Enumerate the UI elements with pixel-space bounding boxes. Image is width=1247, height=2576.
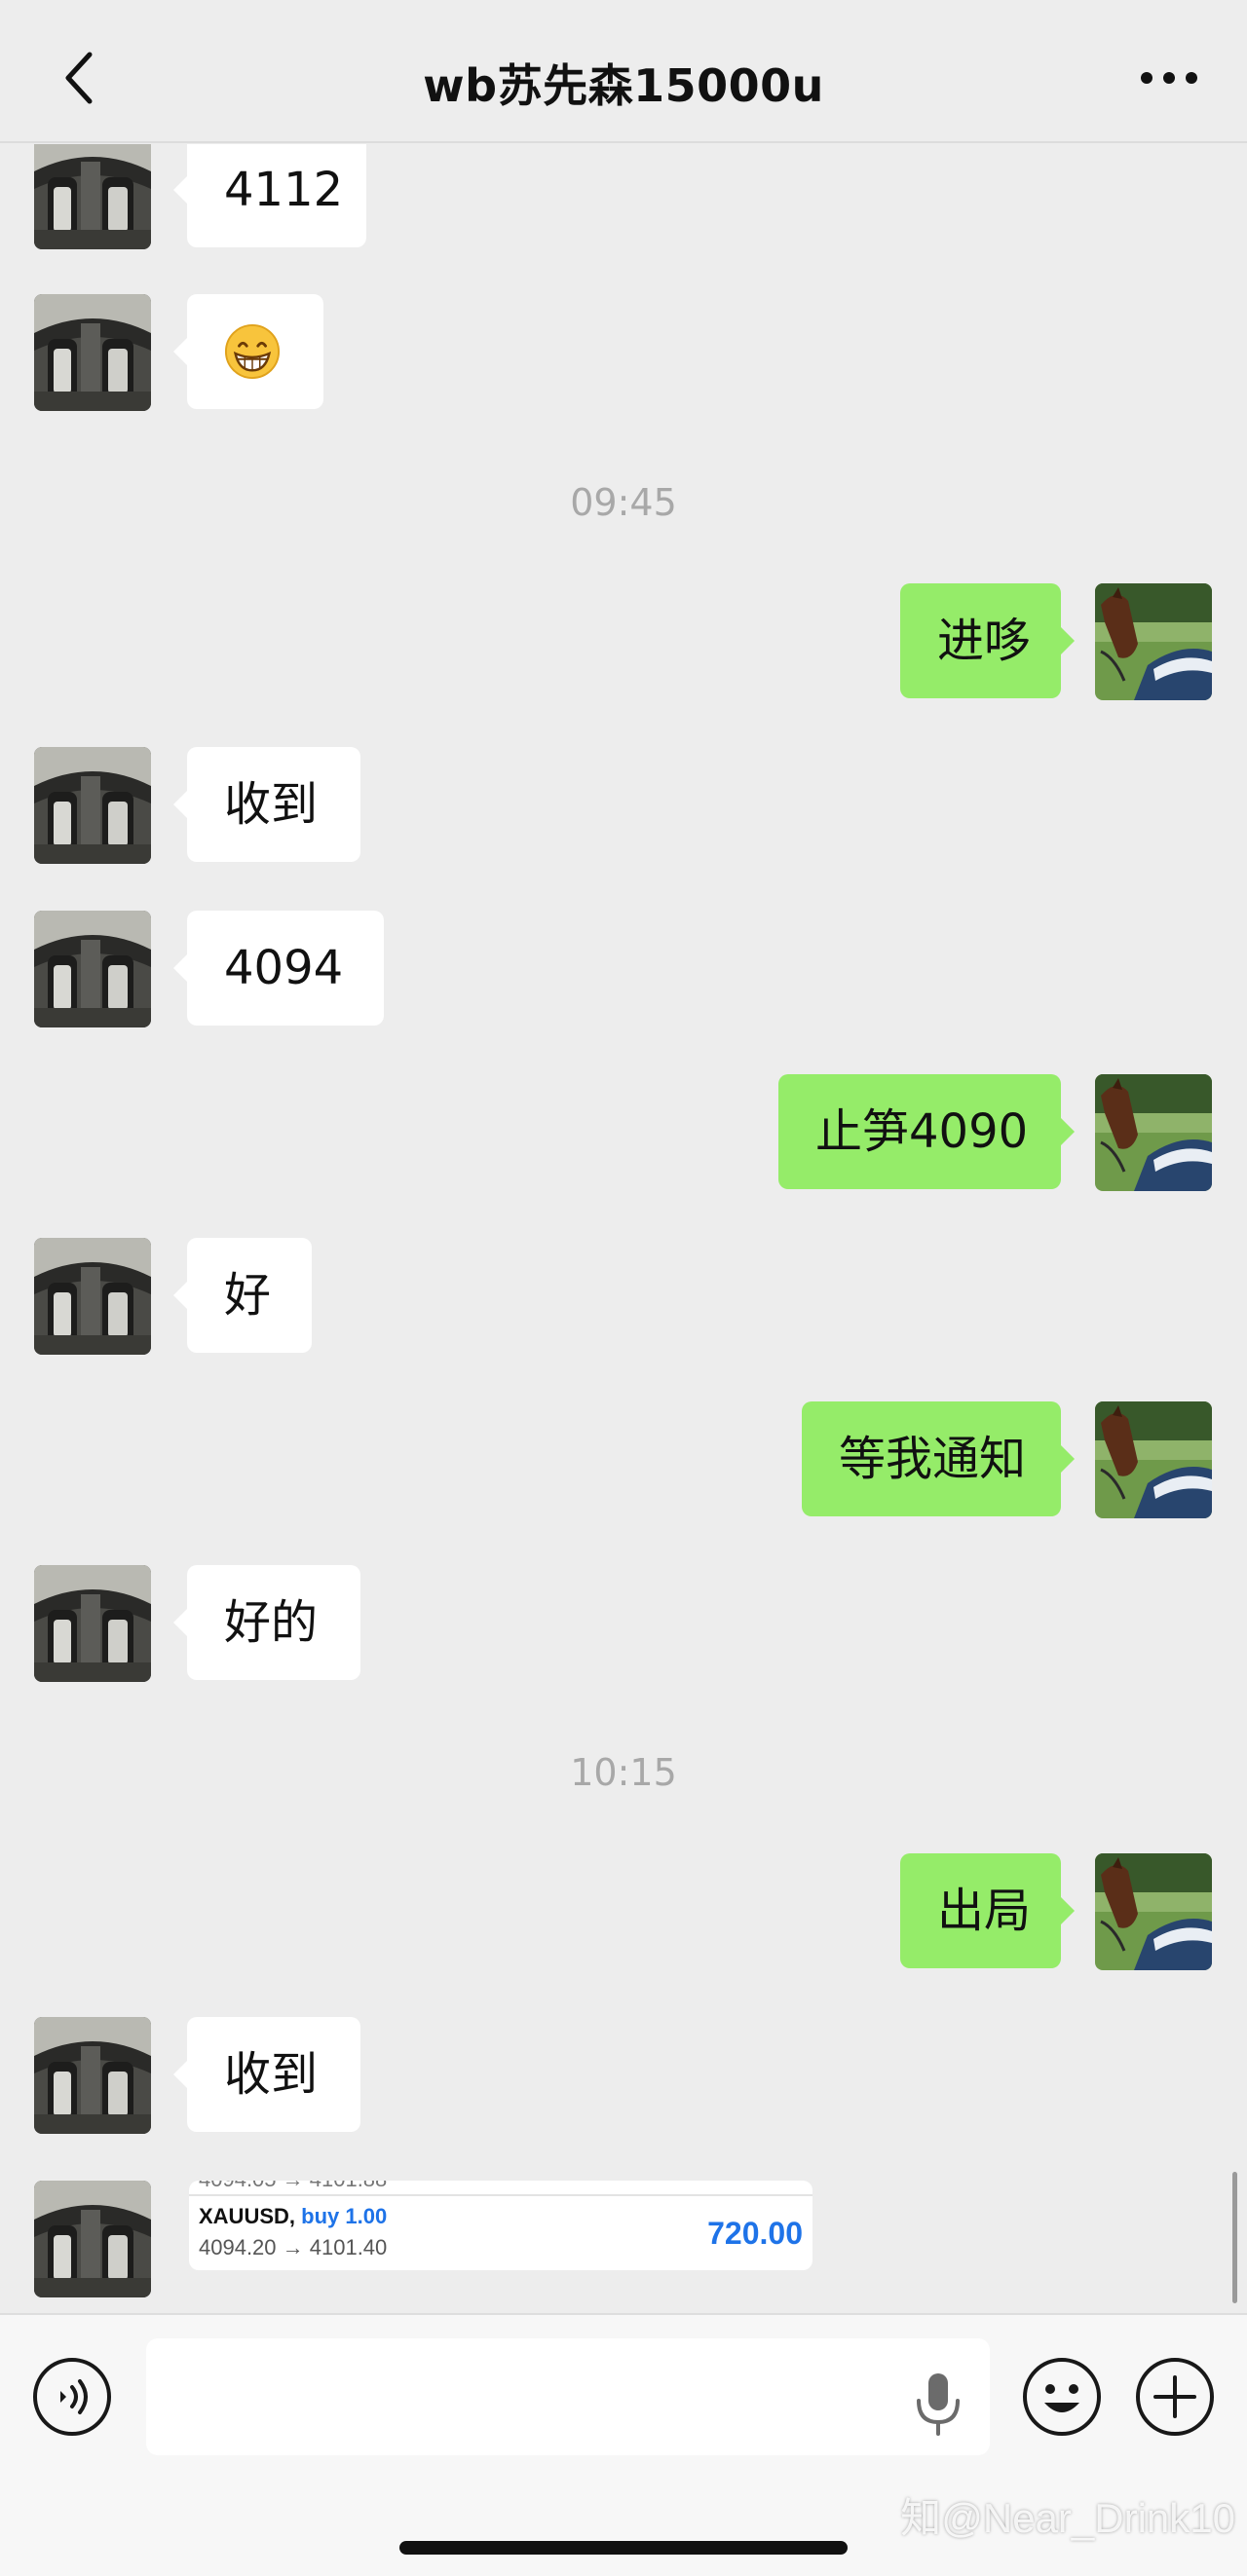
plus-icon xyxy=(1136,2358,1214,2436)
contact-avatar[interactable] xyxy=(34,1238,151,1355)
more-actions-button[interactable] xyxy=(1134,2356,1216,2438)
contact-avatar[interactable] xyxy=(34,2017,151,2134)
voice-mode-button[interactable] xyxy=(31,2356,113,2438)
scrollbar[interactable] xyxy=(1232,2172,1237,2303)
message-text: 好 xyxy=(224,1268,272,1323)
trade-symbol: XAUUSD, buy 1.00 xyxy=(199,2204,388,2228)
my-avatar[interactable] xyxy=(1095,1074,1212,1191)
my-avatar[interactable] xyxy=(1095,583,1212,700)
emoji-button[interactable] xyxy=(1021,2356,1103,2438)
incoming-message[interactable]: 好的 xyxy=(173,1565,360,1680)
message-list[interactable]: 4112 09:45 进哆 收到 4094 止笋4090 好 等我通知 好的 1… xyxy=(0,144,1247,2313)
chat-header: wb苏先森15000u xyxy=(0,0,1247,143)
incoming-message[interactable]: 好 xyxy=(173,1238,312,1353)
message-input[interactable] xyxy=(146,2338,990,2455)
timestamp: 09:45 xyxy=(570,481,677,524)
trade-price-range: 4094.20 → 4101.40 xyxy=(199,2235,388,2259)
grinning-face-icon xyxy=(224,323,281,380)
message-text: 等我通知 xyxy=(839,1432,1027,1486)
incoming-message[interactable]: 收到 xyxy=(173,2017,360,2132)
incoming-message[interactable]: 4094 xyxy=(173,911,384,1026)
incoming-message[interactable]: 收到 xyxy=(173,747,360,862)
contact-avatar[interactable] xyxy=(34,2181,151,2297)
trade-side: buy 1.00 xyxy=(301,2204,388,2228)
my-avatar[interactable] xyxy=(1095,1853,1212,1970)
trade-cut-line: 4094.05 → 4101.88 xyxy=(199,2181,387,2192)
timestamp: 10:15 xyxy=(570,1751,677,1794)
incoming-message[interactable]: 4112 xyxy=(173,144,366,247)
input-bar: 知@Near_Drink10 xyxy=(0,2313,1247,2576)
divider xyxy=(189,2194,812,2196)
incoming-message[interactable] xyxy=(173,294,323,409)
message-text: 4112 xyxy=(224,163,344,217)
watermark: 知@Near_Drink10 xyxy=(900,2495,1235,2541)
outgoing-message[interactable]: 出局 xyxy=(900,1853,1075,1968)
outgoing-message[interactable]: 进哆 xyxy=(900,583,1075,698)
home-indicator[interactable] xyxy=(399,2541,848,2555)
message-text: 止笋4090 xyxy=(815,1104,1029,1159)
more-options-button[interactable] xyxy=(1130,54,1208,102)
contact-avatar[interactable] xyxy=(34,144,151,249)
chat-title: wb苏先森15000u xyxy=(423,59,824,112)
trade-screenshot-message[interactable]: 4094.05 → 4101.88 XAUUSD, buy 1.00 4094.… xyxy=(189,2181,812,2270)
my-avatar[interactable] xyxy=(1095,1401,1212,1518)
message-text: 进哆 xyxy=(937,614,1032,668)
voice-wave-icon xyxy=(33,2358,111,2436)
smiley-icon xyxy=(1023,2358,1101,2436)
outgoing-message[interactable]: 等我通知 xyxy=(802,1401,1075,1516)
contact-avatar[interactable] xyxy=(34,911,151,1027)
more-dots-icon xyxy=(1141,72,1197,84)
message-text: 出局 xyxy=(937,1884,1032,1938)
outgoing-message[interactable]: 止笋4090 xyxy=(778,1074,1075,1189)
message-text: 4094 xyxy=(224,941,344,995)
contact-avatar[interactable] xyxy=(34,747,151,864)
contact-avatar[interactable] xyxy=(34,1565,151,1682)
message-text: 收到 xyxy=(224,777,319,832)
message-text: 收到 xyxy=(224,2047,319,2102)
contact-avatar[interactable] xyxy=(34,294,151,411)
message-text: 好的 xyxy=(224,1595,319,1650)
trade-profit: 720.00 xyxy=(707,2216,803,2251)
microphone-icon[interactable] xyxy=(911,2370,965,2438)
